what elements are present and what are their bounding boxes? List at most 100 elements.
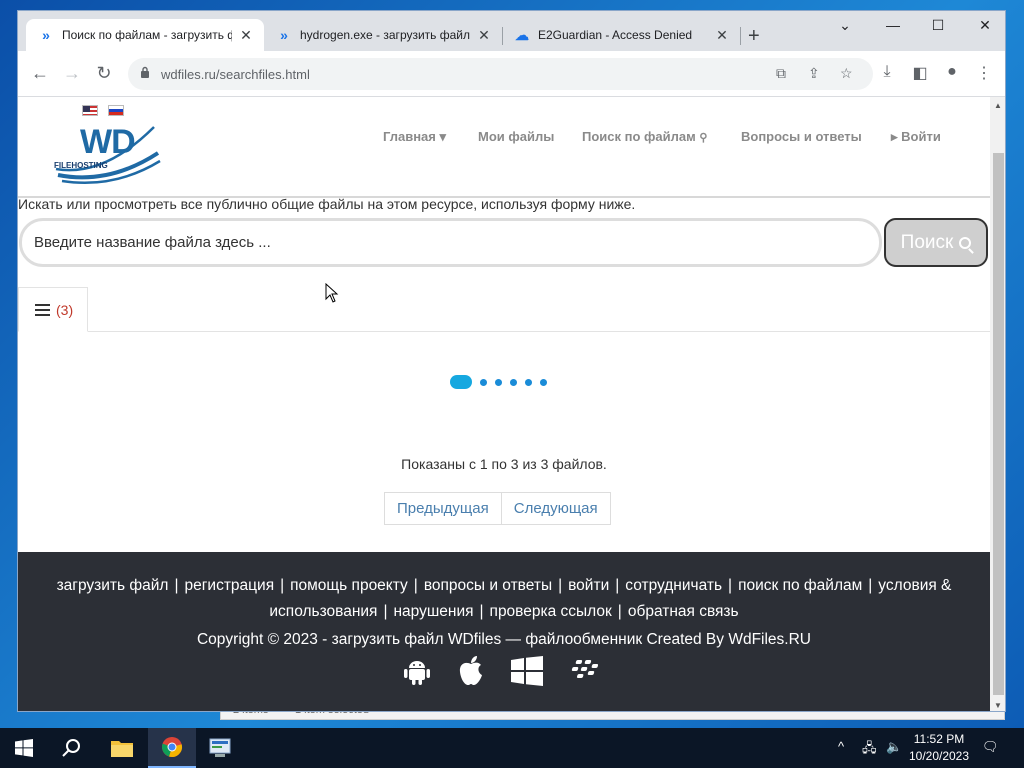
tab-separator [740, 27, 741, 45]
minimize-button[interactable]: — [878, 17, 908, 33]
apple-icon[interactable] [457, 655, 485, 687]
menu-kebab-icon[interactable]: ⋮ [973, 63, 995, 83]
browser-window: » Поиск по файлам - загрузить ф ✕ » hydr… [17, 10, 1006, 712]
site-footer: загрузить файл | регистрация | помощь проект… [18, 552, 990, 711]
start-button[interactable] [0, 728, 48, 768]
copyright-text: Copyright © 2023 - загрузить файл WDfile… [196, 631, 811, 648]
tab-search-chevron-icon[interactable]: ⌄ [830, 17, 860, 34]
side-panel-icon[interactable]: ◧ [909, 63, 931, 83]
loader-dot [480, 378, 487, 386]
maximize-button[interactable]: ☐ [923, 17, 953, 34]
double-chevron-icon: » [42, 27, 50, 43]
tab-title: Поиск по файлам - загрузить ф [62, 28, 232, 42]
footer-link[interactable]: помощь проекту [290, 577, 408, 594]
ru-flag-icon[interactable] [108, 105, 124, 116]
profile-avatar-icon[interactable]: ● [941, 63, 963, 81]
tab-search-files[interactable]: » Поиск по файлам - загрузить ф ✕ [26, 19, 264, 51]
search-field[interactable] [19, 218, 882, 267]
search-button-label: Поиск [900, 231, 954, 253]
window-close-button[interactable]: ✕ [970, 17, 1000, 34]
scroll-up-icon[interactable]: ▲ [994, 101, 1002, 110]
nav-search-files[interactable]: Поиск по файлам ⚲ [582, 129, 707, 144]
file-explorer-taskbar-button[interactable] [98, 728, 146, 768]
mouse-cursor-icon [325, 283, 339, 303]
language-flags [82, 105, 124, 116]
footer-link[interactable]: загрузить файл [57, 577, 169, 594]
forward-button[interactable]: → [60, 63, 84, 84]
show-hidden-icons-chevron-icon[interactable]: ^ [838, 739, 844, 754]
search-button[interactable]: Поиск [884, 218, 988, 267]
search-intro-text: Искать или просмотреть все публично общи… [18, 196, 636, 212]
close-icon[interactable]: ✕ [238, 27, 254, 44]
footer-link[interactable]: нарушения [393, 603, 473, 620]
footer-link[interactable]: обратная связь [628, 603, 739, 620]
scroll-down-icon[interactable]: ▼ [994, 701, 1002, 710]
pagination: Предыдущая Следующая [384, 492, 611, 525]
footer-link[interactable]: проверка ссылок [490, 603, 612, 620]
notifications-icon[interactable]: 🗨 [982, 739, 999, 755]
footer-link[interactable]: войти [568, 577, 609, 594]
clock-time: 11:52 PM [913, 732, 965, 746]
browser-toolbar: ← → ↻ wdfiles.ru/searchfiles.html ⧉ ⇪ ☆ … [18, 51, 1005, 97]
loader-dot [540, 378, 547, 386]
volume-muted-icon[interactable]: 🔈 [886, 739, 902, 755]
lock-icon[interactable] [140, 66, 150, 78]
scrollbar-thumb[interactable] [993, 153, 1004, 695]
app-taskbar-button[interactable] [196, 728, 244, 768]
double-chevron-icon: » [280, 27, 288, 43]
logo-subtitle: FILEHOSTING [54, 161, 108, 170]
windows-taskbar: ^ 🖧 🔈 11:52 PM 10/20/2023 🗨 [0, 728, 1024, 768]
tab-hydrogen[interactable]: » hydrogen.exe - загрузить файл ✕ [264, 19, 502, 51]
nav-search-label: Поиск по файлам [582, 129, 696, 144]
prev-page-button[interactable]: Предыдущая [384, 492, 502, 525]
address-bar[interactable]: wdfiles.ru/searchfiles.html ⧉ ⇪ ☆ [128, 58, 873, 90]
nav-my-files[interactable]: Мои файлы [478, 129, 554, 144]
site-logo[interactable]: WD FILEHOSTING [54, 123, 164, 185]
search-icon [62, 739, 80, 757]
new-tab-button[interactable]: + [748, 25, 760, 48]
share-icon[interactable]: ⇪ [808, 65, 820, 82]
network-icon[interactable]: 🖧 [862, 739, 877, 761]
system-clock[interactable]: 11:52 PM 10/20/2023 [904, 731, 974, 765]
download-icon[interactable]: ⤓ [876, 63, 898, 81]
search-input[interactable] [22, 221, 879, 264]
footer-link[interactable]: сотрудничать [625, 577, 722, 594]
nav-faq[interactable]: Вопросы и ответы [741, 129, 862, 144]
back-button[interactable]: ← [28, 63, 52, 84]
nav-login[interactable]: ▸ Войти [891, 129, 941, 145]
tab-e2guardian[interactable]: ☁ E2Guardian - Access Denied ✕ [502, 19, 740, 51]
close-icon[interactable]: ✕ [714, 27, 730, 44]
tab-list-view[interactable]: (3) [18, 287, 88, 332]
blackberry-icon[interactable] [569, 658, 601, 684]
loading-spinner [450, 375, 547, 389]
search-icon: ⚲ [699, 132, 708, 144]
nav-home[interactable]: Главная ▾ [383, 129, 446, 145]
logo-text: WD [80, 123, 136, 161]
footer-link[interactable]: вопросы и ответы [424, 577, 552, 594]
platform-icons [403, 655, 601, 687]
network-app-icon [209, 738, 231, 757]
url-text[interactable]: wdfiles.ru/searchfiles.html [161, 67, 310, 82]
bookmark-star-icon[interactable]: ☆ [840, 65, 853, 82]
android-icon[interactable] [403, 656, 431, 686]
translate-icon[interactable]: ⧉ [776, 65, 786, 82]
footer-link[interactable]: поиск по файлам [738, 577, 862, 594]
close-icon[interactable]: ✕ [476, 27, 492, 44]
reload-button[interactable]: ↻ [92, 63, 116, 84]
loader-dot [525, 378, 532, 386]
folder-icon [111, 741, 133, 757]
chrome-taskbar-button[interactable] [148, 728, 196, 768]
results-summary: Показаны с 1 по 3 из 3 файлов. [401, 456, 607, 472]
search-icon [959, 236, 972, 249]
us-flag-icon[interactable] [82, 105, 98, 116]
windows-icon[interactable] [511, 656, 543, 686]
clock-date: 10/20/2023 [908, 749, 970, 763]
footer-links: загрузить файл | регистрация | помощь проект… [56, 577, 952, 620]
footer-link[interactable]: регистрация [185, 577, 275, 594]
search-button[interactable] [48, 728, 96, 768]
results-count: (3) [56, 301, 74, 318]
tab-title: hydrogen.exe - загрузить файл [300, 28, 470, 42]
page-scrollbar[interactable]: ▲ ▼ [990, 97, 1005, 711]
next-page-button[interactable]: Следующая [501, 492, 611, 525]
tab-strip: » Поиск по файлам - загрузить ф ✕ » hydr… [18, 11, 1005, 51]
